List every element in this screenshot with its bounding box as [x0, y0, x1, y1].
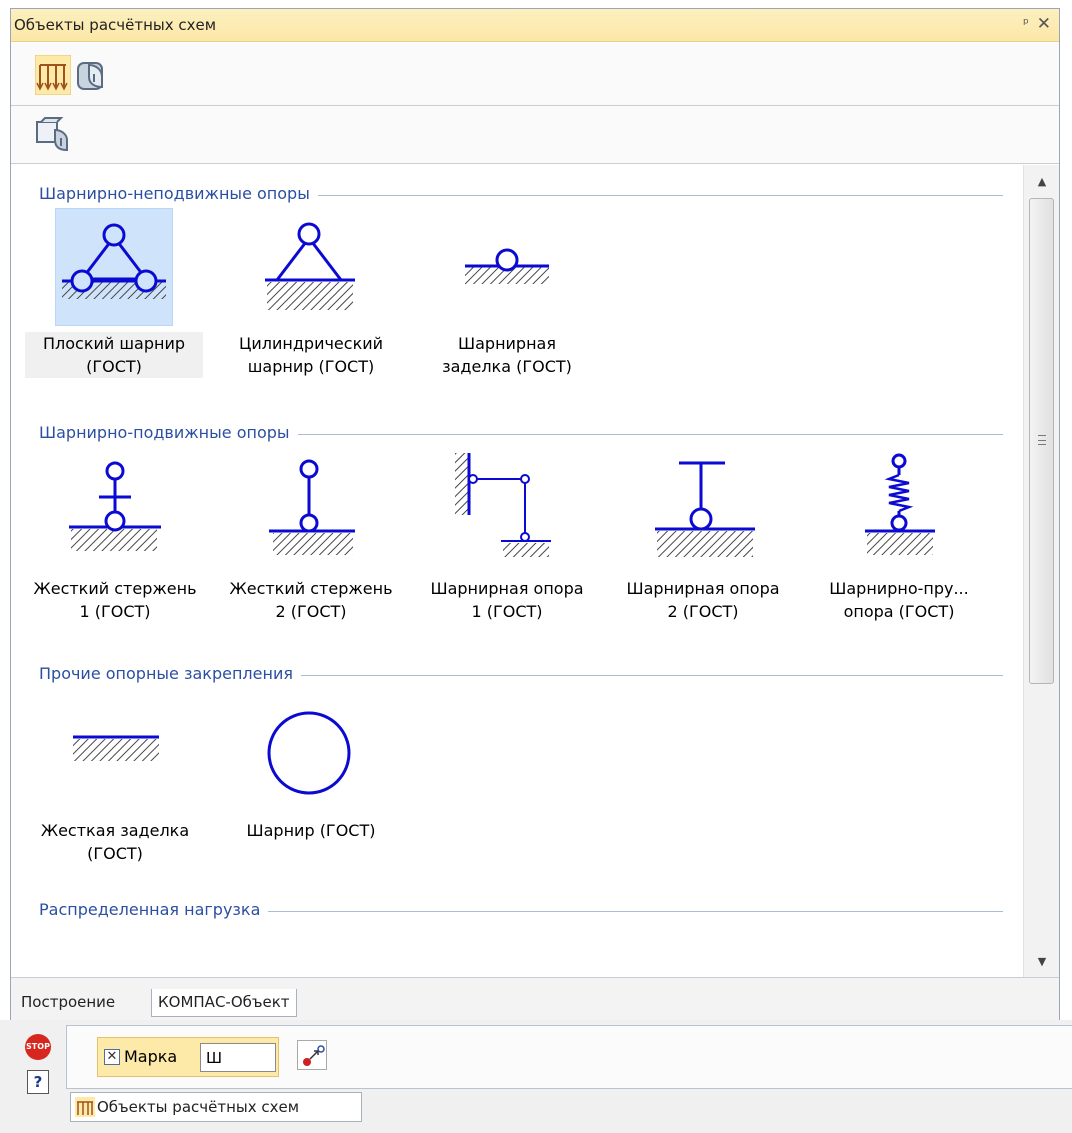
status-area: STOP ? ✕ Марка Объекты расчётных схем — [0, 1020, 1072, 1133]
item-label: Жесткий стержень 2 (ГОСТ) — [229, 579, 393, 621]
objects-panel: Объекты расчётных схем ᵖ ✕ Шарнирно-непо… — [10, 8, 1060, 1021]
hinged-support-2-icon — [655, 461, 755, 557]
distributed-load-icon — [75, 1097, 95, 1117]
item-spring-hinged-support[interactable]: Шарнирно-пру... опора (ГОСТ) — [801, 453, 997, 651]
item-hinged-support-2[interactable]: Шарнирная опора 2 (ГОСТ) — [605, 453, 801, 651]
tab-build[interactable]: Построение — [15, 989, 121, 1017]
item-hinged-embedding[interactable]: Шарнирная заделка (ГОСТ) — [409, 208, 605, 406]
marka-checkbox[interactable]: ✕ — [104, 1049, 120, 1065]
item-rigid-rod-2[interactable]: Жесткий стержень 2 (ГОСТ) — [213, 453, 409, 651]
item-icon-box — [251, 453, 369, 571]
scroll-up-arrow-icon[interactable]: ▲ — [1024, 169, 1060, 195]
item-icon-box — [55, 453, 173, 571]
item-label: Шарнирная опора 2 (ГОСТ) — [626, 579, 780, 621]
bottom-tab-objects[interactable]: Объекты расчётных схем — [70, 1092, 362, 1122]
scroll-down-arrow-icon[interactable]: ▼ — [1024, 949, 1060, 975]
item-icon-box — [839, 453, 957, 571]
group-header-distributed-load: Распределенная нагрузка — [11, 898, 1003, 924]
toolbar-row-2 — [11, 106, 1059, 164]
kompas-object-button[interactable] — [75, 55, 111, 95]
kompas-object-icon — [77, 62, 103, 90]
marka-group: ✕ Марка — [97, 1037, 279, 1077]
rigid-embedding-icon — [73, 735, 159, 761]
item-label: Шарнирно-пру... опора (ГОСТ) — [829, 579, 969, 621]
distributed-load-icon — [34, 54, 72, 96]
panel-tabs: Построение КОМПАС-Объект — [11, 977, 1059, 1021]
group-header-movable-supports: Шарнирно-подвижные опоры — [11, 421, 1003, 447]
item-icon-box — [643, 453, 761, 571]
distributed-load-button[interactable] — [34, 54, 72, 96]
hinged-support-1-icon — [455, 453, 551, 557]
toolbar-row-1 — [11, 43, 1059, 106]
pick-point-button[interactable] — [297, 1040, 327, 1070]
library-objects-icon — [36, 117, 68, 152]
properties-bar: ✕ Марка — [66, 1025, 1072, 1089]
group-header-other-supports: Прочие опорные закрепления — [11, 662, 1003, 688]
item-icon-box — [251, 695, 369, 813]
cylindrical-hinge-icon — [265, 222, 355, 310]
item-hinged-support-1[interactable]: Шарнирная опора 1 (ГОСТ) — [409, 453, 605, 651]
item-icon-box — [55, 208, 173, 326]
item-label: Шарнирная опора 1 (ГОСТ) — [430, 579, 584, 621]
item-icon-box — [251, 208, 369, 326]
item-label: Шарнирная заделка (ГОСТ) — [442, 334, 572, 376]
hinge-circle-icon — [267, 711, 351, 795]
rigid-rod-2-icon — [269, 459, 355, 555]
item-hinge-circle[interactable]: Шарнир (ГОСТ) — [213, 695, 409, 893]
item-icon-box — [447, 208, 565, 326]
grip-icon — [1038, 435, 1046, 445]
tab-kompas-object[interactable]: КОМПАС-Объект — [151, 989, 297, 1017]
panel-titlebar: Объекты расчётных схем ᵖ ✕ — [11, 9, 1059, 42]
pin-icon[interactable]: ᵖ — [1023, 16, 1029, 32]
vertical-scrollbar[interactable]: ▲ ▼ — [1023, 165, 1059, 977]
item-rigid-rod-1[interactable]: Жесткий стержень 1 (ГОСТ) — [17, 453, 213, 651]
library-objects-button[interactable] — [35, 116, 71, 156]
group-title: Распределенная нагрузка — [39, 900, 269, 919]
marka-input[interactable] — [200, 1043, 276, 1072]
item-label: Шарнир (ГОСТ) — [246, 821, 376, 840]
pick-point-icon — [303, 1045, 325, 1066]
stop-icon[interactable]: STOP — [25, 1034, 51, 1060]
group-title: Шарнирно-неподвижные опоры — [39, 184, 318, 203]
item-icon-box — [447, 453, 565, 571]
help-icon[interactable]: ? — [27, 1070, 49, 1094]
scroll-thumb[interactable] — [1029, 198, 1054, 684]
item-rigid-embedding[interactable]: Жесткая заделка (ГОСТ) — [17, 695, 213, 893]
close-icon[interactable]: ✕ — [1037, 14, 1051, 34]
marka-label: Марка — [124, 1047, 178, 1066]
item-label: Цилиндрический шарнир (ГОСТ) — [238, 334, 384, 376]
item-label: Жесткий стержень 1 (ГОСТ) — [33, 579, 197, 621]
item-label: Жесткая заделка (ГОСТ) — [40, 821, 190, 863]
panel-title: Объекты расчётных схем — [14, 16, 217, 34]
group-title: Шарнирно-подвижные опоры — [39, 423, 298, 442]
item-cylindrical-hinge[interactable]: Цилиндрический шарнир (ГОСТ) — [213, 208, 409, 406]
rigid-rod-1-icon — [69, 461, 161, 551]
objects-list: Шарнирно-неподвижные опоры Плоский шарни… — [11, 165, 1023, 977]
bottom-tab-label: Объекты расчётных схем — [97, 1098, 300, 1116]
item-icon-box — [55, 695, 173, 813]
hinged-embedding-icon — [465, 248, 549, 284]
group-header-fixed-supports: Шарнирно-неподвижные опоры — [11, 182, 1003, 208]
item-label: Плоский шарнир (ГОСТ) — [25, 332, 203, 378]
group-title: Прочие опорные закрепления — [39, 664, 301, 683]
flat-hinge-icon — [62, 223, 166, 299]
spring-hinged-support-icon — [865, 453, 935, 555]
item-flat-hinge[interactable]: Плоский шарнир (ГОСТ) — [17, 208, 213, 406]
